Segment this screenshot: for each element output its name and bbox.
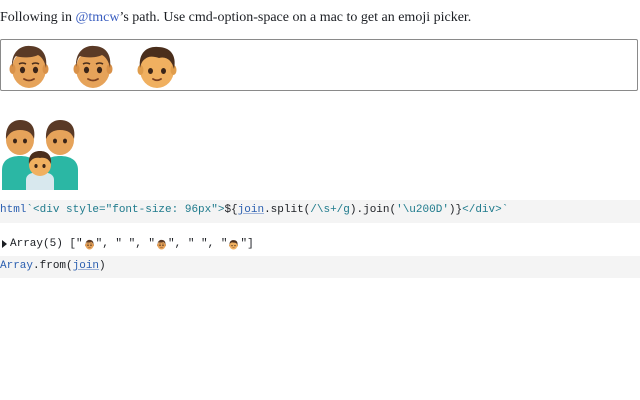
family-emoji-icon: [0, 110, 80, 190]
intro-text: Following in @tmcw’s path. Use cmd-optio…: [0, 9, 471, 27]
man-emoji-icon: [69, 42, 117, 90]
man-emoji-icon: [84, 239, 95, 250]
code-split: .split(: [264, 204, 311, 216]
man-emoji-icon: [5, 42, 53, 90]
code-array: Array: [0, 260, 34, 272]
array-item-separator: ", " ", ": [95, 238, 156, 250]
code-interp-close: )}: [448, 204, 463, 216]
emoji-input-field[interactable]: [0, 39, 638, 91]
expand-triangle-icon[interactable]: [2, 240, 7, 248]
boy-emoji-icon: [228, 239, 239, 250]
array-item-quote: "]: [240, 238, 254, 250]
array-label: Array(5) [: [10, 238, 77, 250]
array-item-separator: ", " ", ": [168, 238, 228, 250]
code-var-join[interactable]: join: [238, 204, 264, 216]
intro-prefix: Following in: [0, 10, 76, 25]
code-var-join[interactable]: join: [73, 260, 99, 272]
code-join: ).join(: [349, 204, 397, 216]
code-regex: /\s+/g: [310, 204, 350, 216]
code-cell-array-from[interactable]: Array.from(join): [0, 256, 640, 278]
man-emoji-icon: [156, 239, 167, 250]
code-from: .from(: [33, 260, 73, 272]
array-item-quote: ": [76, 238, 83, 250]
emoji-row: [5, 40, 197, 92]
code-cell-html[interactable]: html ` <div style="font-size: 96px">${join…: [0, 200, 640, 223]
array-output[interactable]: Array(5) [ " ", " ", " ", " ", " "]: [0, 237, 254, 251]
code-tag: html: [0, 204, 27, 216]
code-tick-end: `: [501, 204, 509, 216]
boy-emoji-icon: [133, 42, 181, 90]
code-open-tag: <div style="font-size: 96px">: [33, 204, 225, 216]
tmcw-link[interactable]: @tmcw: [75, 10, 119, 25]
code-zwj: '\u200D': [396, 204, 449, 216]
code-interp-open: ${: [224, 204, 238, 216]
intro-suffix: ’s path. Use cmd-option-space on a mac t…: [119, 10, 472, 25]
code-close-tag: </div>: [462, 204, 502, 216]
code-close: ): [99, 260, 106, 272]
